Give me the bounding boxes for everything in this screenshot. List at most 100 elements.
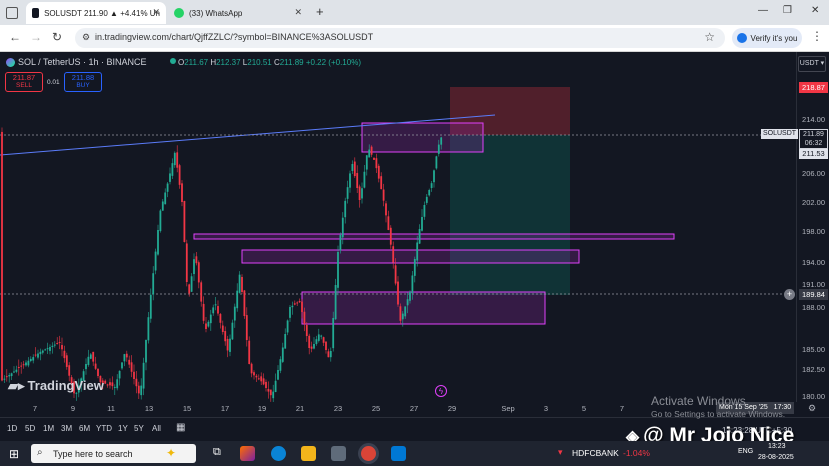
verify-button[interactable]: Verify it's you [732, 28, 802, 48]
candle-body [113, 386, 116, 388]
candle-body [310, 346, 313, 349]
ohlc-low: 210.51 [247, 58, 272, 67]
time-tick: 19 [257, 404, 267, 413]
windows-start-icon[interactable]: ⊞ [9, 447, 19, 461]
browser-menu-icon[interactable]: ⋮ [811, 29, 823, 43]
search-highlight-icon: ✦ [166, 446, 177, 460]
timeframe-6m[interactable]: 6M [79, 424, 90, 433]
sell-label: SELL [16, 82, 32, 89]
candle-body [286, 320, 289, 333]
ohlc-readout: O211.67 H212.37 L210.51 C211.89 +0.22 (+… [178, 58, 361, 67]
sell-button[interactable]: 211.87 SELL [5, 72, 43, 92]
timeframe-5d[interactable]: 5D [25, 424, 35, 433]
chrome-icon[interactable] [361, 446, 376, 461]
reload-button[interactable]: ↻ [52, 30, 62, 44]
tab-tradingview[interactable]: SOLUSDT 211.90 ▲ +4.41% Un ✕ [26, 2, 166, 24]
time-tick: Sep [501, 404, 515, 413]
copilot-icon[interactable] [240, 446, 255, 461]
supply-zone[interactable] [361, 122, 484, 153]
profit-area[interactable] [450, 135, 570, 295]
timeframe-all[interactable]: All [152, 424, 161, 433]
taskbar-search[interactable]: ⌕ Type here to search ✦ [31, 444, 196, 463]
time-tick: 13 [144, 404, 154, 413]
candle-body [339, 234, 342, 251]
add-alert-icon[interactable]: + [784, 289, 795, 300]
candle-body [421, 217, 423, 231]
demand-zone[interactable] [301, 291, 546, 325]
close-window-button[interactable]: ✕ [811, 5, 819, 16]
language-indicator[interactable]: ENG [738, 448, 753, 455]
timeframe-1m[interactable]: 1M [43, 424, 54, 433]
candle-body [207, 321, 210, 327]
candle-body [332, 318, 335, 349]
timeframe-ytd[interactable]: YTD [96, 424, 112, 433]
site-info-icon[interactable]: ⚙ [82, 32, 90, 43]
candle-body [341, 217, 344, 238]
forward-button[interactable]: → [30, 30, 42, 44]
price-tick: 214.00 [802, 115, 825, 124]
zone-195[interactable] [241, 249, 580, 264]
back-button[interactable]: ← [9, 30, 21, 44]
candle-body [13, 371, 15, 373]
ohlc-open: 211.67 [184, 58, 209, 67]
watermark-text: TradingView [27, 378, 104, 393]
chart-canvas[interactable] [0, 52, 797, 402]
candle-body [137, 385, 140, 394]
candle-body [380, 176, 383, 190]
candle-body [305, 325, 308, 336]
symbol-title[interactable]: SOL / TetherUS · 1h · BINANCE [18, 57, 147, 67]
new-tab-button[interactable]: + [316, 4, 324, 19]
bookmark-star-icon[interactable]: ☆ [704, 30, 715, 44]
store-icon[interactable] [331, 446, 346, 461]
candle-body [217, 306, 219, 314]
time-tick: 25 [371, 404, 381, 413]
zone-198[interactable] [193, 233, 675, 240]
address-bar[interactable]: ⚙ in.tradingview.com/chart/QjffZZLC/?sym… [75, 28, 725, 48]
clock-time[interactable]: 13:23 [768, 443, 786, 450]
tradingview-chart[interactable]: SOL / TetherUS · 1h · BINANCE O211.67 H2… [0, 52, 829, 441]
candle-body [301, 301, 303, 312]
timeframe-3m[interactable]: 3M [61, 424, 72, 433]
axis-settings-icon[interactable]: ⚙ [808, 403, 816, 414]
candle-body [29, 358, 32, 361]
ticker-name[interactable]: HDFCBANK [572, 448, 619, 458]
candle-body [435, 156, 438, 169]
buy-button[interactable]: 211.88 BUY [64, 72, 102, 92]
candle-body [397, 281, 399, 305]
candle-body [22, 364, 25, 366]
candle-body [118, 370, 121, 379]
timeframe-5y[interactable]: 5Y [134, 424, 144, 433]
timeframe-1d[interactable]: 1D [7, 424, 17, 433]
price-axis[interactable]: 214.00210.00206.00202.00198.00194.00191.… [796, 52, 829, 402]
outlook-icon[interactable] [391, 446, 406, 461]
ohlc-close: 211.89 [279, 58, 304, 67]
candle-body [94, 363, 97, 369]
clock-date[interactable]: 28-08-2025 [758, 454, 794, 461]
candle-body [140, 385, 143, 396]
edge-icon[interactable] [271, 446, 286, 461]
task-view-icon[interactable]: ⧉ [213, 446, 221, 459]
restore-button[interactable]: ❐ [783, 5, 792, 16]
tab-whatsapp[interactable]: (33) WhatsApp ✕ [168, 2, 308, 24]
file-explorer-icon[interactable] [301, 446, 316, 461]
price-tick: 194.00 [802, 258, 825, 267]
timeframe-1y[interactable]: 1Y [118, 424, 128, 433]
candle-body [277, 370, 279, 380]
price-tick: 206.00 [802, 169, 825, 178]
candle-body [133, 371, 135, 379]
candles [1, 127, 443, 402]
candle-body [250, 363, 253, 374]
lightning-icon[interactable]: ϟ [435, 385, 447, 397]
date-range-icon[interactable]: ▦ [176, 422, 185, 433]
candle-body [346, 187, 349, 199]
candle-body [178, 165, 181, 185]
candle-body [385, 203, 387, 216]
tab-search-icon[interactable] [6, 7, 18, 19]
candle-body [440, 137, 443, 145]
candle-body [188, 284, 191, 294]
take-profit-label: 218.87 [799, 82, 828, 93]
minimize-button[interactable]: — [758, 5, 768, 16]
close-tab-icon[interactable]: ✕ [294, 7, 302, 18]
candle-body [267, 389, 270, 392]
close-tab-icon[interactable]: ✕ [152, 7, 160, 18]
